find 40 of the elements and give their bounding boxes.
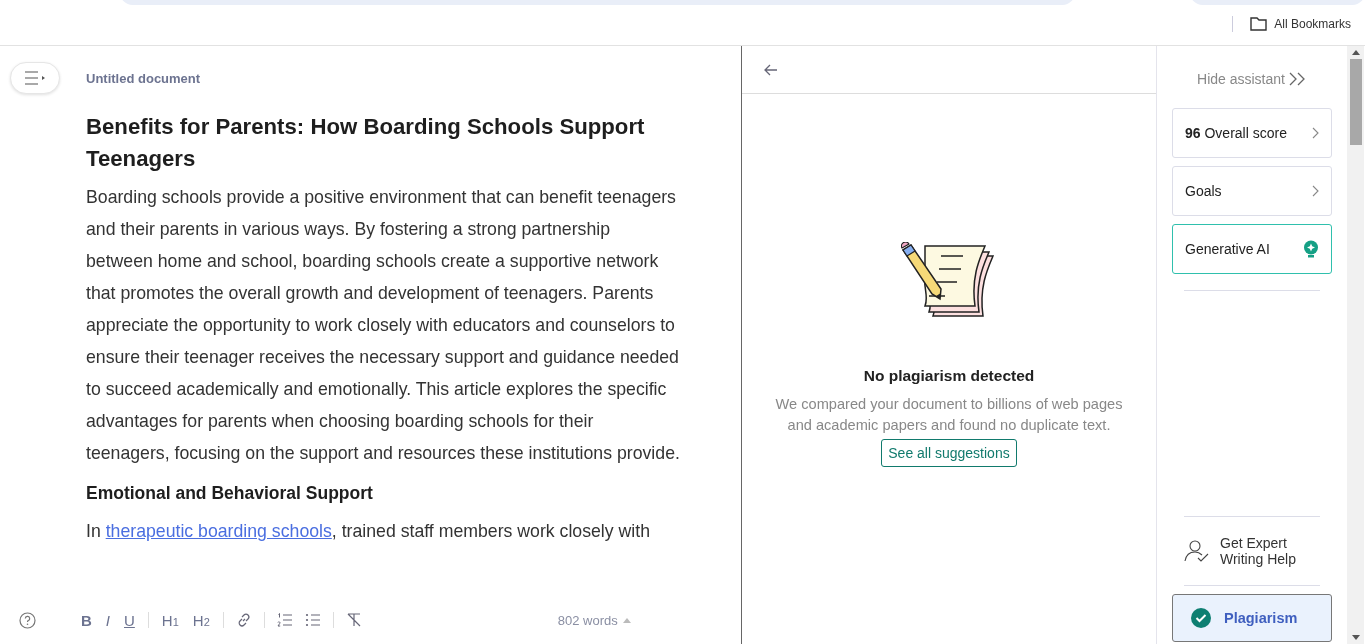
heading-button[interactable]: H1 [160,611,180,629]
word-count[interactable]: 802 words [557,612,618,628]
scroll-down-icon[interactable] [1351,635,1360,640]
scroll-thumb[interactable] [1349,59,1362,145]
document-title[interactable]: Untitled document [86,70,201,86]
hide-assistant-button[interactable]: Hide assistant [1191,70,1313,88]
chevron-icon [1312,185,1319,197]
link[interactable]: therapeutic boarding schools [105,521,332,541]
result-message: We compared your document to billions of web pages and academic papers and found no duplicate text. [774,395,1124,435]
bullet-list-icon[interactable] [304,612,321,628]
bold-button[interactable]: B [80,611,93,629]
menu-icon [24,71,46,85]
scrollbar[interactable] [1347,46,1364,644]
double-chevron-icon [1288,72,1307,86]
back-arrow-icon[interactable] [764,63,778,76]
heading-button[interactable]: H2 [191,611,211,629]
scroll-up-icon[interactable] [1351,50,1360,55]
italic-button[interactable]: I [104,611,111,629]
paragraph: In therapeutic boarding schools, trained staff members work closely with [86,520,651,543]
goals-card[interactable]: Goals [1172,166,1332,216]
check-circle-icon [1191,608,1211,628]
lightbulb-icon [1303,240,1319,258]
document-heading: Benefits for Parents: How Boarding Schools Support Teenagers [86,113,646,173]
chevron-icon [1312,127,1319,139]
bookmarks-link[interactable]: All Bookmarks [1274,17,1351,31]
result-title: No plagiarism detected [863,367,1035,385]
overall-score-card[interactable]: 96 Overall score [1172,108,1332,158]
expert-help-button[interactable]: Get Expert Writing Help [1184,525,1320,577]
underline-button[interactable]: U [123,611,136,629]
folder-icon [1250,17,1268,31]
outline-menu-button[interactable] [10,62,60,94]
clear-format-icon[interactable] [345,612,362,628]
paragraph: Boarding schools provide a positive environment that can benefit teenagers and their parents in various ways. By fostering a strong partnership between home and school, boarding schools create a supportive network that promotes the overall growth and development of teenagers. Parents appreciate the opportunity to work closely with educators and counselors to ensure their teenager receives the necessary support and guidance needed to succeed academically and emotionally. This article explores the specific advantages for parents when choosing boarding schools for their teenagers, focusing on the support and resources these institutions provide. [86,186,681,465]
generative-ai-card[interactable]: Generative AI [1172,224,1332,274]
person-check-icon [1184,539,1210,563]
help-icon[interactable] [19,611,36,629]
plagiarism-tab[interactable]: Plagiarism [1172,594,1332,642]
numbered-list-icon[interactable] [276,612,293,628]
see-all-suggestions-button[interactable]: See all suggestions [881,439,1017,467]
section-heading: Emotional and Behavioral Support [86,483,374,504]
